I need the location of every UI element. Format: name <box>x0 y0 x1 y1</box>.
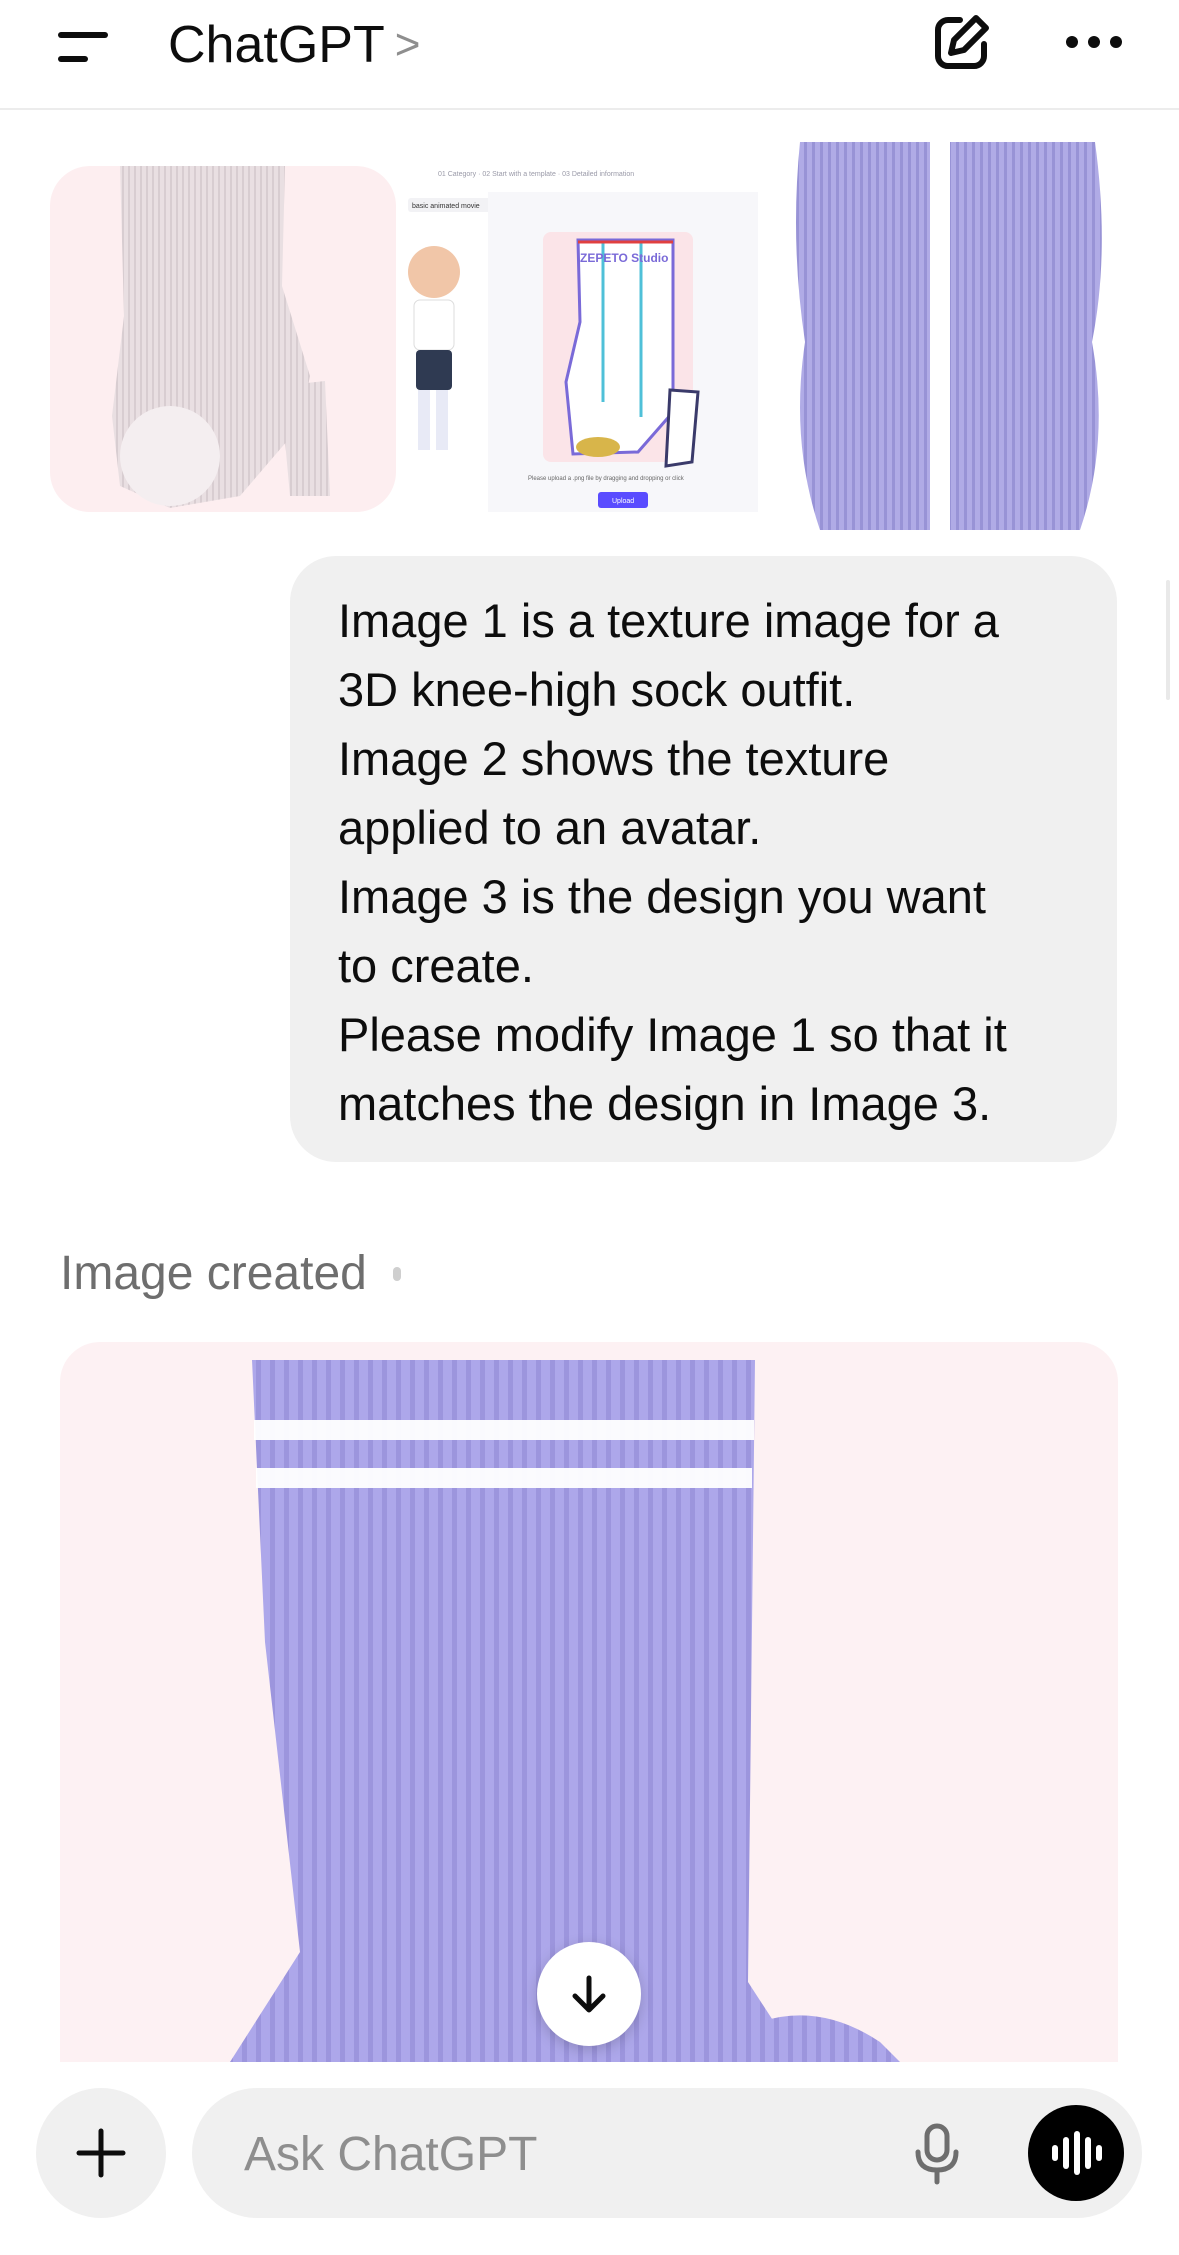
message-line: applied to an avatar. <box>338 801 762 854</box>
message-line: matches the design in Image 3. <box>338 1077 992 1130</box>
svg-text:Please upload a .png file by d: Please upload a .png file by dragging an… <box>528 476 685 482</box>
arrow-down-icon <box>572 1975 606 2013</box>
scroll-indicator[interactable] <box>1166 580 1170 700</box>
plus-icon[interactable] <box>36 2088 166 2218</box>
texture-image[interactable] <box>50 166 396 512</box>
image-created-status: Image created <box>60 1246 401 1301</box>
composer-bar <box>0 2062 1179 2255</box>
svg-text:01 Category · 02 Start with a: 01 Category · 02 Start with a template ·… <box>438 171 634 178</box>
model-selector[interactable]: ChatGPT > <box>168 12 420 78</box>
svg-text:Upload: Upload <box>612 498 634 505</box>
avatar-template-screenshot[interactable]: 01 Category · 02 Start with a template ·… <box>398 162 758 512</box>
top-bar: ChatGPT > <box>0 0 1179 110</box>
chevron-right-icon: > <box>394 20 421 69</box>
menu-icon[interactable] <box>52 26 116 76</box>
svg-text:basic animated movie: basic animated movie <box>412 203 480 210</box>
status-text: Image created <box>60 1247 367 1300</box>
message-line: Image 2 shows the texture <box>338 732 890 785</box>
zepeto-brand-text: ZEPETO Studio <box>580 251 668 265</box>
message-input[interactable] <box>242 2118 846 2190</box>
message-line: Please modify Image 1 so that it <box>338 1008 1007 1061</box>
attached-images: 01 Category · 02 Start with a template ·… <box>0 142 1179 532</box>
message-line: Image 1 is a texture image for a <box>338 594 999 647</box>
user-message-bubble: Image 1 is a texture image for a 3D knee… <box>290 556 1117 1162</box>
message-line: Image 3 is the design you want <box>338 870 986 923</box>
microphone-icon[interactable] <box>902 2118 972 2188</box>
more-options-icon[interactable] <box>1062 20 1126 64</box>
message-input-container <box>192 2088 1142 2218</box>
loading-dot-icon <box>392 1266 401 1281</box>
message-line: to create. <box>338 939 534 992</box>
app-title: ChatGPT <box>168 16 385 74</box>
message-line: 3D knee-high sock outfit. <box>338 663 856 716</box>
scroll-to-bottom-button[interactable] <box>537 1942 641 2046</box>
voice-mode-icon[interactable] <box>1028 2105 1124 2201</box>
new-chat-icon[interactable] <box>930 10 994 74</box>
design-reference-image[interactable] <box>780 142 1130 530</box>
